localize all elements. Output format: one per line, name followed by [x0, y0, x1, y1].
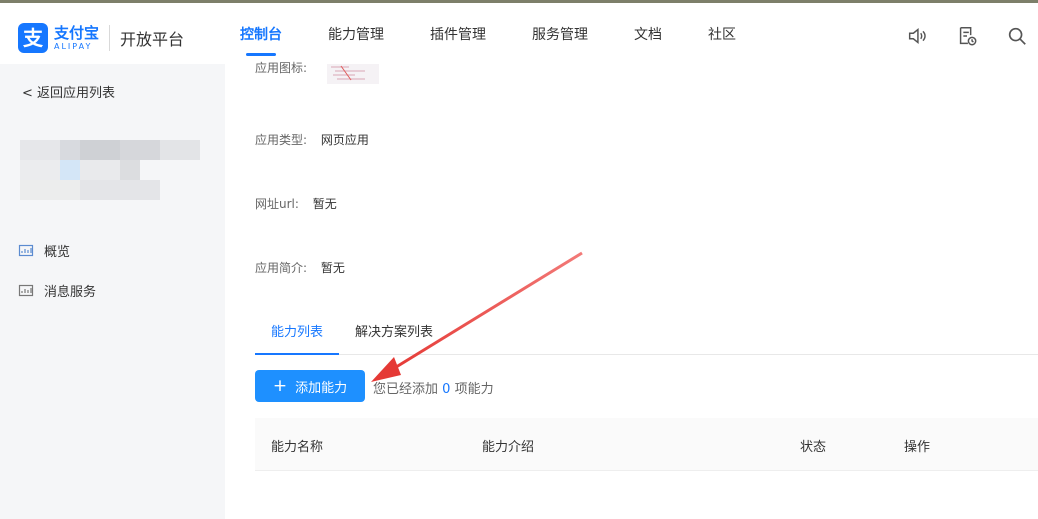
- field-app-type: 应用类型: 网页应用: [255, 131, 369, 148]
- field-value: 网页应用: [320, 133, 369, 147]
- nav-service-management[interactable]: 服务管理: [532, 3, 588, 64]
- field-label: 应用类型:: [255, 133, 308, 147]
- chart-icon: [18, 284, 34, 296]
- field-app-icon: 应用图标:: [255, 59, 307, 76]
- field-label: 应用简介:: [255, 261, 308, 275]
- main-nav: 控制台 能力管理 插件管理 服务管理 文档 社区: [240, 3, 782, 64]
- column-header-actions: 操作: [904, 440, 931, 455]
- tab-capability-list[interactable]: 能力列表: [255, 318, 340, 355]
- alipay-logo-icon: 支: [18, 23, 48, 53]
- field-value: 暂无: [320, 261, 345, 275]
- field-value: 暂无: [312, 197, 337, 211]
- logo-cn-text: 支付宝: [54, 23, 100, 42]
- nav-plugin-management[interactable]: 插件管理: [430, 3, 486, 64]
- top-icon-group: [878, 25, 1028, 47]
- chevron-left-icon: <: [22, 86, 33, 101]
- sidebar-item-label: 概览: [44, 245, 71, 260]
- add-capability-label: 添加能力: [295, 380, 348, 396]
- main-content: 应用图标: 应用类型: 网页应用 网址url: 暂无 应用简介: 暂无 能力列表…: [225, 61, 1038, 519]
- nav-docs[interactable]: 文档: [634, 3, 662, 64]
- sidebar-item-label: 消息服务: [44, 285, 97, 300]
- field-label: 应用图标:: [255, 61, 308, 75]
- field-label: 网址url:: [255, 197, 299, 211]
- back-to-app-list-link[interactable]: < 返回应用列表: [22, 82, 115, 101]
- column-header-description: 能力介绍: [482, 440, 535, 455]
- chart-icon: [18, 244, 34, 256]
- logo-divider: [109, 25, 111, 51]
- capability-table-header: 能力名称 能力介绍 状态 操作: [255, 418, 1038, 471]
- nav-capability-management[interactable]: 能力管理: [328, 3, 384, 64]
- platform-title: 开放平台: [120, 30, 185, 49]
- field-url: 网址url: 暂无: [255, 195, 337, 212]
- volume-icon[interactable]: [906, 25, 928, 47]
- add-capability-button[interactable]: + 添加能力: [255, 370, 365, 402]
- alipay-logo[interactable]: 支 支付宝 ALIPAY 开放平台: [18, 23, 184, 53]
- nav-console[interactable]: 控制台: [240, 3, 282, 64]
- field-app-description: 应用简介: 暂无: [255, 259, 345, 276]
- logo-en-text: ALIPAY: [54, 41, 93, 51]
- column-header-status: 状态: [800, 440, 827, 455]
- plus-icon: +: [272, 376, 288, 396]
- column-header-name: 能力名称: [271, 440, 324, 455]
- nav-community[interactable]: 社区: [708, 3, 736, 64]
- sidebar-item-message-service[interactable]: 消息服务: [18, 281, 96, 300]
- sidebar: < 返回应用列表 概览 消息服务: [0, 64, 225, 519]
- top-navigation-bar: 支 支付宝 ALIPAY 开放平台 控制台 能力管理 插件管理 服务管理 文档 …: [0, 0, 1038, 64]
- app-icon-thumbnail: [327, 64, 379, 84]
- search-icon[interactable]: [1006, 25, 1028, 47]
- capability-count: 0: [442, 382, 451, 397]
- back-label: 返回应用列表: [37, 86, 116, 101]
- tab-solution-list[interactable]: 解决方案列表: [339, 318, 449, 354]
- document-clock-icon[interactable]: [956, 25, 978, 47]
- sidebar-item-overview[interactable]: 概览: [18, 241, 70, 260]
- content-tabs: 能力列表 解决方案列表: [255, 318, 1038, 355]
- app-info-blurred: [20, 140, 200, 215]
- capability-count-text: 您已经添加 0 项能力: [373, 382, 494, 397]
